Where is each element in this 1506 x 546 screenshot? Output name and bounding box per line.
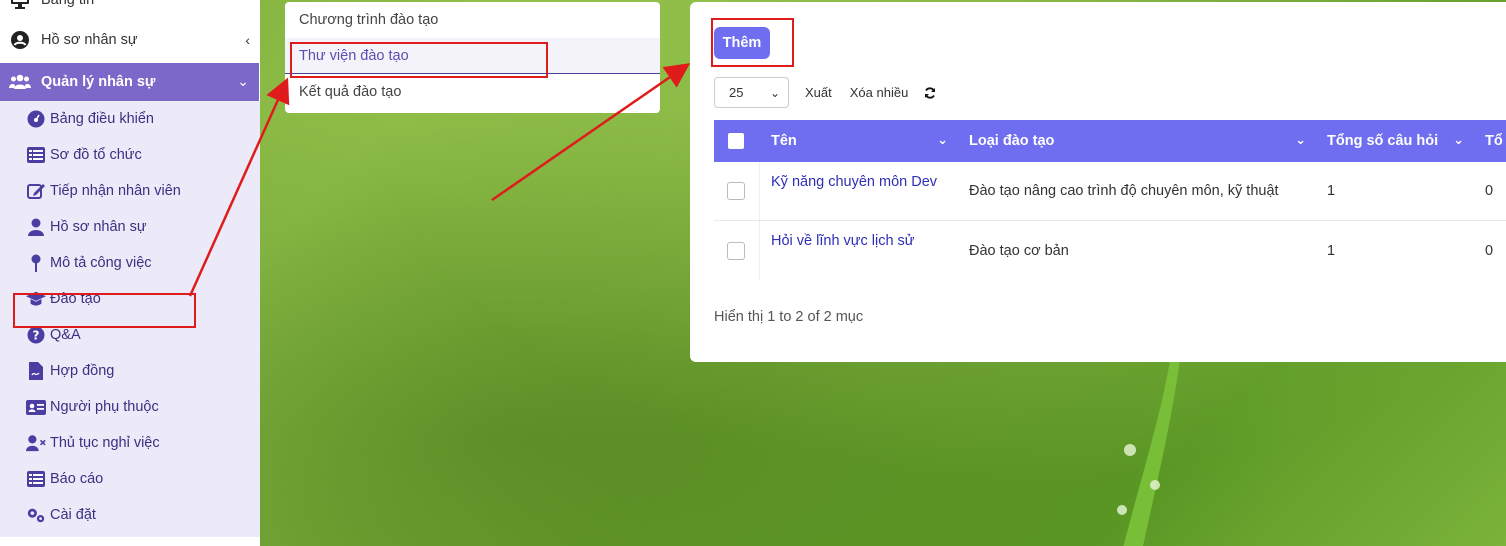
col-header-label: Tên (771, 133, 797, 149)
file-contract-icon (26, 362, 46, 380)
col-header-truncated[interactable]: Tổ (1474, 120, 1506, 162)
sidebar-item-org-chart[interactable]: Sơ đồ tổ chức (0, 137, 260, 173)
user-icon (26, 218, 46, 236)
sidebar-item-label: Tiếp nhận nhân viên (50, 183, 181, 199)
row-total-cell: 1 (1327, 183, 1336, 199)
sidebar-item-contract[interactable]: Hợp đồng (0, 353, 260, 389)
row-extra-cell: 0 (1485, 242, 1494, 259)
row-name-cell: Hỏi về lĩnh vực lịch sử (760, 221, 958, 280)
chevron-down-icon: ⌄ (769, 85, 780, 100)
user-circle-icon (9, 31, 31, 49)
row-name-cell: Kỹ năng chuyên môn Dev (760, 162, 958, 220)
row-checkbox[interactable] (727, 241, 745, 260)
sidebar-item-dependents[interactable]: Người phụ thuộc (0, 389, 260, 425)
table-info: Hiển thị 1 to 2 of 2 mục (714, 309, 864, 325)
training-library-card: Thêm 25 ⌄ Xuất Xóa nhiều Tên ⌄ Loại đào … (690, 2, 1506, 362)
sidebar-item-hr-profile[interactable]: Hồ sơ nhân sự ‹ (0, 22, 260, 58)
delete-many-button[interactable]: Xóa nhiều (841, 77, 917, 108)
sidebar-item-job-description[interactable]: Mô tả công việc (0, 245, 260, 281)
question-icon: ? (26, 326, 46, 344)
page-size-select[interactable]: 25 ⌄ (714, 77, 789, 108)
sidebar-item-label: Hồ sơ nhân sự (50, 219, 147, 235)
sidebar-item-label: Người phụ thuộc (50, 399, 159, 415)
select-all-cell (714, 120, 760, 162)
table-controls: 25 ⌄ Xuất Xóa nhiều (714, 77, 945, 108)
sidebar-item-report[interactable]: Báo cáo (0, 461, 260, 497)
row-checkbox[interactable] (727, 182, 745, 200)
chevron-down-icon: ⌄ (1453, 132, 1464, 147)
user-remove-icon (26, 434, 46, 452)
sidebar-item-label: Cài đặt (50, 507, 96, 523)
sidebar-item-hr-management[interactable]: Quản lý nhân sự ⌄ (0, 63, 259, 101)
table-row[interactable]: Hỏi về lĩnh vực lịch sử Đào tạo cơ bản 1… (714, 221, 1506, 280)
sidebar: Bảng tin Hồ sơ nhân sự ‹ Quản lý nhân sự… (0, 0, 260, 546)
sidebar-item-dashboard[interactable]: Bảng điều khiển (0, 101, 260, 137)
sidebar-item-news[interactable]: Bảng tin (0, 0, 260, 10)
row-checkbox-cell (714, 221, 760, 280)
gears-icon (26, 506, 46, 524)
sidebar-item-label: Báo cáo (50, 471, 104, 487)
id-card-icon (26, 398, 46, 416)
col-header-label: Tổ (1485, 133, 1503, 149)
list-table-icon (26, 146, 46, 164)
refresh-icon (925, 86, 936, 99)
background-plant-stem (1117, 360, 1180, 546)
select-all-checkbox[interactable] (728, 133, 744, 149)
row-total-cell: 1 (1327, 242, 1336, 259)
col-header-label: Loại đào tạo (969, 133, 1055, 149)
menu-item-training-program[interactable]: Chương trình đào tạo (285, 2, 660, 38)
sidebar-item-label: Mô tả công việc (50, 255, 152, 271)
sidebar-item-resignation[interactable]: Thủ tục nghỉ việc (0, 425, 260, 461)
sidebar-item-label: Hợp đồng (50, 363, 115, 379)
training-name-link[interactable]: Hỏi về lĩnh vực lịch sử (771, 233, 915, 249)
chevron-left-icon: ‹ (245, 32, 250, 48)
sidebar-item-label: Q&A (50, 327, 81, 343)
sidebar-item-label: Hồ sơ nhân sự (41, 32, 138, 48)
menu-item-training-results[interactable]: Kết quả đào tạo (285, 74, 660, 110)
row-extra-cell: 0 (1485, 183, 1494, 199)
sidebar-item-onboarding[interactable]: Tiếp nhận nhân viên (0, 173, 260, 209)
sidebar-item-label: Thủ tục nghỉ việc (50, 435, 160, 451)
report-list-icon (26, 470, 46, 488)
sidebar-item-label: Quản lý nhân sự (41, 74, 156, 90)
sidebar-item-label: Sơ đồ tổ chức (50, 147, 142, 163)
row-type-cell: Đào tạo nâng cao trình độ chuyên môn, kỹ… (969, 183, 1279, 199)
table-row[interactable]: Kỹ năng chuyên môn Dev Đào tạo nâng cao … (714, 162, 1506, 221)
col-header-name[interactable]: Tên ⌄ (760, 120, 958, 162)
row-checkbox-cell (714, 162, 760, 220)
dashboard-icon (26, 110, 46, 128)
monitor-icon (9, 0, 31, 10)
sidebar-item-label: Bảng điều khiển (50, 111, 154, 127)
training-name-link[interactable]: Kỹ năng chuyên môn Dev (771, 174, 937, 190)
chevron-down-icon: ⌄ (237, 73, 249, 89)
chevron-down-icon: ⌄ (1295, 132, 1306, 147)
row-type-cell: Đào tạo cơ bản (969, 242, 1069, 259)
sidebar-item-hr-profile-sub[interactable]: Hồ sơ nhân sự (0, 209, 260, 245)
annotation-box-add (711, 18, 794, 67)
refresh-button[interactable] (916, 77, 945, 108)
sidebar-item-label: Bảng tin (41, 0, 95, 8)
export-button[interactable]: Xuất (797, 77, 840, 108)
svg-text:?: ? (33, 329, 40, 343)
sidebar-item-settings[interactable]: Cài đặt (0, 497, 260, 533)
users-icon (9, 73, 31, 91)
edit-icon (26, 182, 46, 200)
map-pin-icon (26, 254, 46, 272)
annotation-box-library (290, 42, 548, 78)
col-header-training-type[interactable]: Loại đào tạo ⌄ (958, 120, 1316, 162)
page-size-value: 25 (729, 85, 744, 100)
annotation-box-training (13, 293, 196, 328)
col-header-label: Tổng số câu hỏi (1327, 133, 1439, 149)
training-library-table: Tên ⌄ Loại đào tạo ⌄ Tổng số câu hỏi ⌄ T… (714, 120, 1506, 280)
col-header-total-questions[interactable]: Tổng số câu hỏi ⌄ (1316, 120, 1474, 162)
table-header: Tên ⌄ Loại đào tạo ⌄ Tổng số câu hỏi ⌄ T… (714, 120, 1506, 162)
chevron-down-icon: ⌄ (937, 132, 948, 147)
